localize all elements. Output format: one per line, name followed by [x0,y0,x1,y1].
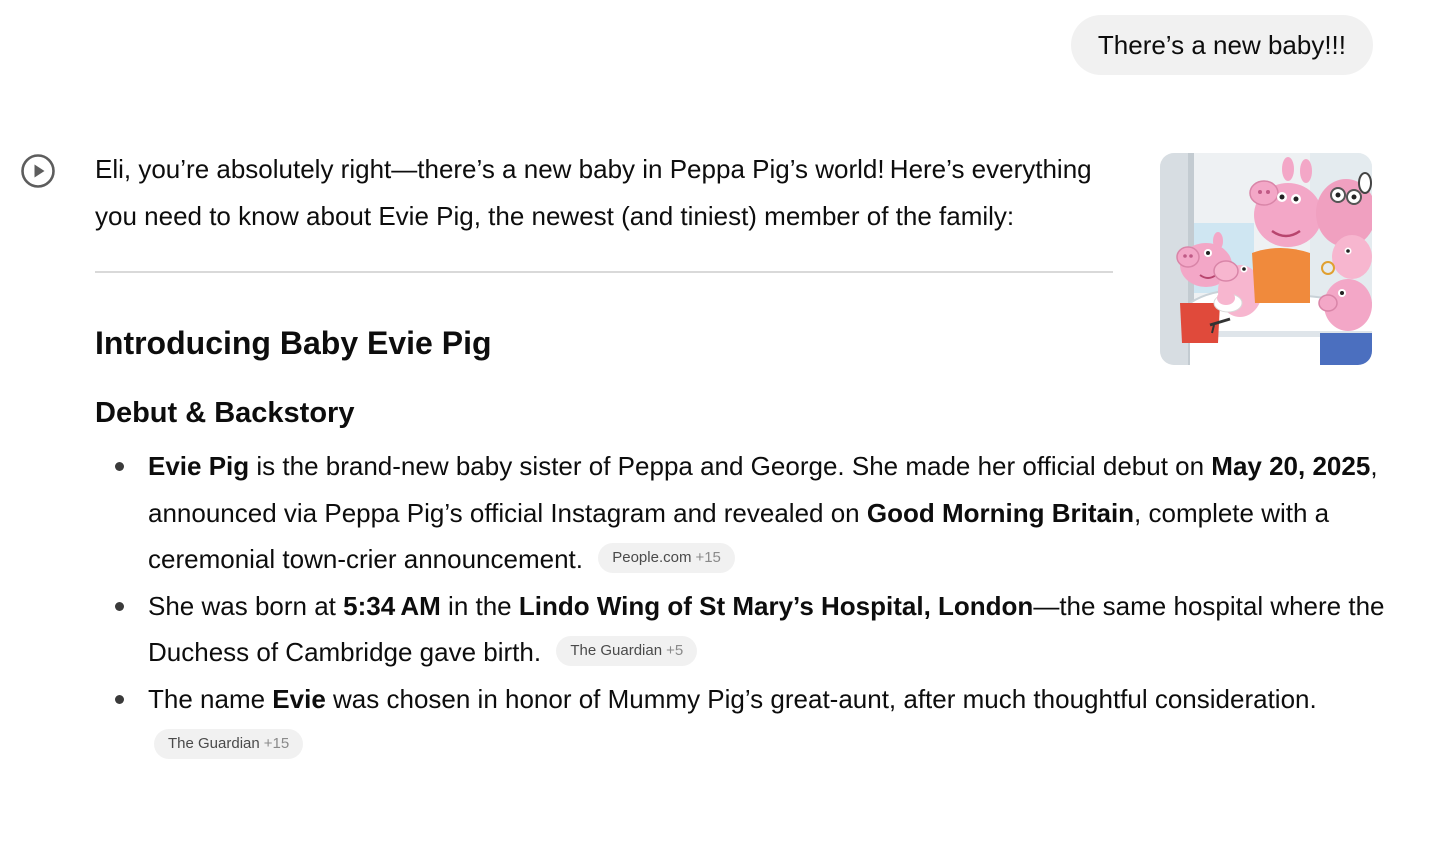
peppa-family-illustration [1160,153,1372,365]
source-citation-chip[interactable]: People.com +15 [598,543,735,574]
play-circle-icon[interactable] [20,153,56,189]
bullet-item: Evie Pig is the brand-new baby sister of… [115,443,1388,583]
bullet-dot [115,462,124,471]
bullet-item: She was born at 5:34 AM in the Lindo Win… [115,583,1388,676]
bullet-item: The name Evie was chosen in honor of Mum… [115,676,1388,769]
body-text: is the brand-new baby sister of Peppa an… [249,451,1212,481]
response-intro: Eli, you’re absolutely right—there’s a n… [95,154,1092,231]
body-text: in the [440,590,519,621]
source-name: The Guardian [168,735,260,753]
chat-page: There’s a new baby!!! Eli, you’re absolu… [0,0,1456,845]
bullet-list: Evie Pig is the brand-new baby sister of… [95,443,1388,769]
body-text: was chosen in honor of Mummy Pig’s great… [325,683,1317,714]
source-more-count: +5 [666,642,684,660]
body-text: She was born at [148,590,344,621]
citation-line: The Guardian +15 [154,722,1388,769]
source-name: People.com [612,549,692,567]
bullet-dot [115,694,124,704]
user-message-text: There’s a new baby!!! [1097,30,1346,60]
bold-text: 5:34 AM [343,590,441,621]
bold-text: Evie Pig [148,451,250,481]
user-message-bubble: There’s a new baby!!! [1070,15,1373,75]
source-more-count: +15 [263,735,290,753]
bold-text: Lindo Wing of St Mary’s Hospital, London [518,590,1034,621]
bold-text: May 20, 2025 [1211,451,1371,481]
body-text: The name [148,683,273,714]
section-divider [95,271,1113,273]
response-image-thumbnail[interactable] [1160,153,1372,365]
source-citation-chip[interactable]: The Guardian +15 [154,729,304,760]
bullet-dot [115,601,124,611]
response-subheading: Debut & Backstory [95,397,355,429]
bold-text: Evie [272,683,326,714]
bold-text: Good Morning Britain [866,497,1135,528]
source-more-count: +15 [695,549,721,567]
source-citation-chip[interactable]: The Guardian +5 [556,636,698,667]
source-name: The Guardian [570,642,663,660]
